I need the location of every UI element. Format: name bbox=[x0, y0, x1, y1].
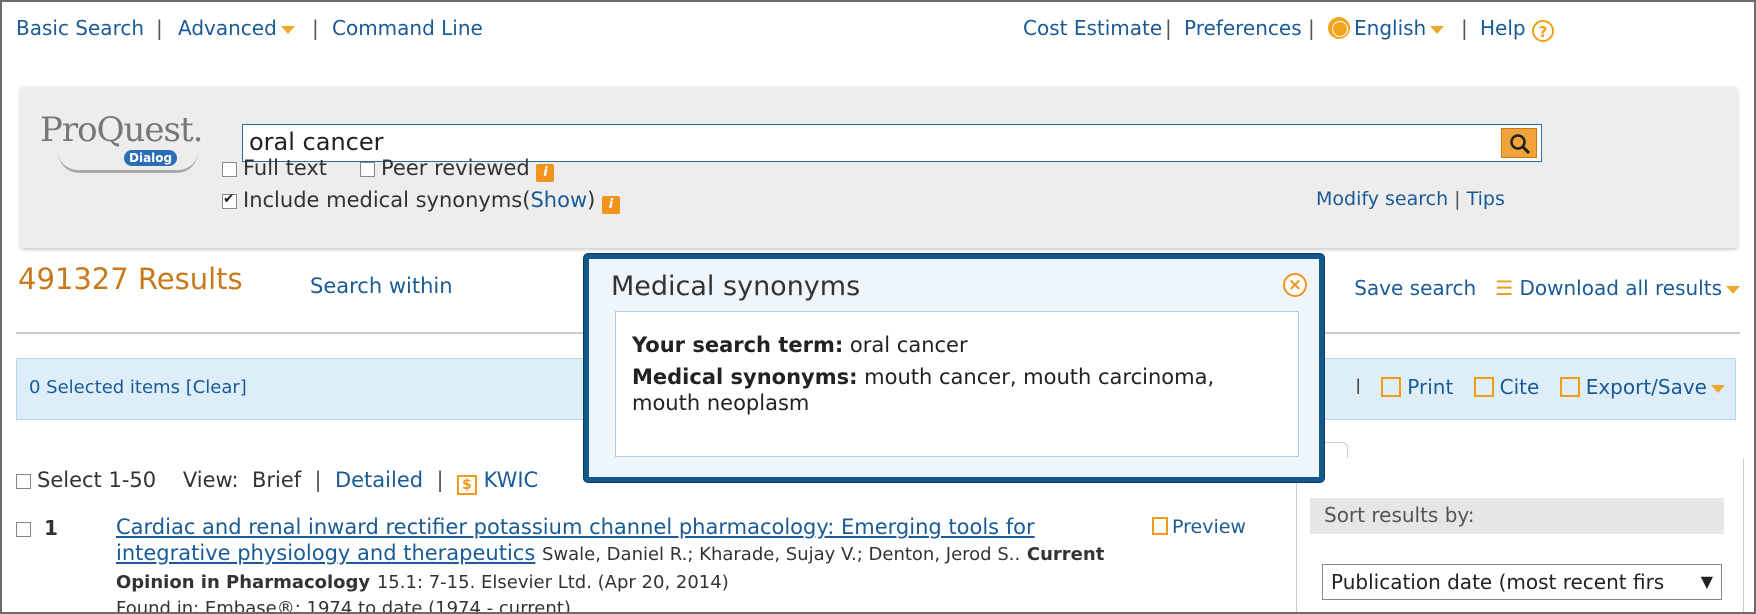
search-panel: ProQuest. Dialog Full text Peer reviewed… bbox=[20, 86, 1738, 248]
result-number: 1 bbox=[16, 516, 58, 540]
result-count: 491327 Results bbox=[18, 262, 243, 296]
separator: | bbox=[314, 468, 322, 492]
logo-sub: Dialog bbox=[124, 150, 178, 166]
chevron-down-icon bbox=[1726, 285, 1740, 294]
top-nav: Basic Search | Advanced | Command Line C… bbox=[16, 16, 1740, 46]
synonyms-line: Medical synonyms: mouth cancer, mouth ca… bbox=[632, 364, 1282, 416]
basic-search-link[interactable]: Basic Search bbox=[16, 16, 144, 40]
logo-text: ProQuest. bbox=[40, 110, 203, 150]
toolbar-actions: l Print Cite Export/Save bbox=[1355, 375, 1725, 399]
nav-separator: | bbox=[312, 16, 319, 40]
full-text-option[interactable]: Full text bbox=[222, 156, 327, 180]
download-all-link[interactable]: Download all results bbox=[1520, 276, 1723, 300]
popup-content: Your search term: oral cancer Medical sy… bbox=[615, 311, 1299, 457]
globe-icon bbox=[1328, 17, 1350, 39]
cost-estimate-link[interactable]: Cost Estimate bbox=[1023, 16, 1162, 40]
command-line-link[interactable]: Command Line bbox=[332, 16, 483, 40]
language-menu[interactable]: English bbox=[1328, 16, 1445, 40]
download-icon: ☰ bbox=[1495, 276, 1514, 300]
show-synonyms-link[interactable]: Show bbox=[530, 188, 587, 212]
synonyms-label: Medical synonyms: bbox=[632, 365, 858, 389]
search-input[interactable] bbox=[243, 125, 1495, 159]
advanced-menu[interactable]: Advanced bbox=[178, 16, 295, 40]
sort-value: Publication date (most recent firs bbox=[1331, 570, 1665, 594]
help-icon: ? bbox=[1531, 20, 1554, 42]
view-row: Select 1-50 View: Brief | Detailed | $ K… bbox=[16, 468, 538, 495]
preview-link[interactable]: Preview bbox=[1152, 516, 1246, 538]
search-within-link[interactable]: Search within bbox=[310, 274, 453, 298]
full-text-label: Full text bbox=[243, 156, 328, 180]
nav-separator: | bbox=[1461, 16, 1468, 40]
search-button[interactable] bbox=[1501, 128, 1537, 158]
result-number-label: 1 bbox=[43, 516, 58, 540]
sort-select[interactable]: Publication date (most recent firs ▼ bbox=[1322, 564, 1722, 600]
view-kwic-link[interactable]: KWIC bbox=[484, 468, 539, 492]
app-frame: Basic Search | Advanced | Command Line C… bbox=[0, 0, 1756, 614]
search-icon bbox=[1510, 134, 1531, 155]
select-all-checkbox[interactable] bbox=[16, 474, 31, 489]
close-icon[interactable]: × bbox=[1283, 273, 1307, 297]
preferences-link[interactable]: Preferences bbox=[1184, 16, 1302, 40]
language-label: English bbox=[1354, 16, 1427, 40]
modify-search-link[interactable]: Modify search bbox=[1316, 188, 1448, 210]
result-found-in: Found in: Embase®: 1974 to date (1974 - … bbox=[116, 598, 571, 614]
view-detailed-link[interactable]: Detailed bbox=[335, 468, 423, 492]
peer-reviewed-option[interactable]: Peer reviewed i bbox=[360, 156, 555, 182]
help-link[interactable]: Help ? bbox=[1480, 16, 1554, 42]
proquest-logo[interactable]: ProQuest. Dialog bbox=[40, 110, 210, 173]
separator: | bbox=[436, 468, 444, 492]
print-button[interactable]: Print bbox=[1407, 375, 1453, 399]
medical-synonyms-checkbox[interactable] bbox=[222, 191, 237, 209]
chevron-down-icon bbox=[280, 25, 295, 34]
help-label: Help bbox=[1480, 16, 1526, 40]
info-icon[interactable]: i bbox=[602, 196, 620, 214]
search-term-line: Your search term: oral cancer bbox=[632, 332, 1282, 358]
result-checkbox[interactable] bbox=[16, 522, 31, 537]
chevron-down-icon bbox=[1711, 384, 1725, 393]
modify-tips-links: Modify search | Tips bbox=[1316, 188, 1505, 210]
search-term-value: oral cancer bbox=[849, 333, 968, 357]
cite-icon bbox=[1473, 377, 1494, 397]
info-icon[interactable]: i bbox=[536, 164, 555, 182]
search-term-label: Your search term: bbox=[632, 333, 844, 357]
nav-separator: | bbox=[156, 16, 163, 40]
medical-synonyms-label: Include medical synonyms bbox=[243, 188, 523, 212]
kwic-icon: $ bbox=[456, 475, 477, 495]
nav-separator: | bbox=[1165, 16, 1172, 40]
view-label: View: bbox=[182, 468, 239, 492]
peer-reviewed-checkbox[interactable] bbox=[360, 162, 375, 177]
full-text-checkbox[interactable] bbox=[222, 162, 237, 177]
chevron-down-icon bbox=[1430, 25, 1445, 34]
select-range-label: Select 1-50 bbox=[37, 468, 157, 492]
save-icon bbox=[1559, 377, 1580, 397]
dropdown-arrow-icon: ▼ bbox=[1700, 572, 1713, 591]
separator: | bbox=[1454, 188, 1461, 210]
medical-synonyms-option[interactable]: Include medical synonyms(Show) i bbox=[222, 188, 620, 214]
print-icon bbox=[1381, 377, 1402, 397]
tips-link[interactable]: Tips bbox=[1467, 188, 1505, 210]
popup-title: Medical synonyms bbox=[611, 271, 861, 302]
result-block: Cardiac and renal inward rectifier potas… bbox=[116, 514, 1106, 596]
save-search-link[interactable]: Save search bbox=[1354, 276, 1476, 300]
advanced-label: Advanced bbox=[178, 16, 277, 40]
nav-separator: | bbox=[1308, 16, 1315, 40]
cite-button[interactable]: Cite bbox=[1500, 375, 1540, 399]
sort-label: Sort results by: bbox=[1310, 498, 1724, 534]
result-citation: 15.1: 7-15. Elsevier Ltd. (Apr 20, 2014) bbox=[376, 572, 729, 593]
export-save-button[interactable]: Export/Save bbox=[1586, 375, 1707, 399]
preview-label: Preview bbox=[1172, 516, 1246, 538]
preview-icon bbox=[1152, 517, 1168, 535]
results-actions: Save search ☰ Download all results bbox=[1354, 276, 1740, 300]
medical-synonyms-popup: Medical synonyms × Your search term: ora… bbox=[584, 254, 1324, 482]
view-brief[interactable]: Brief bbox=[252, 468, 301, 492]
peer-reviewed-label: Peer reviewed bbox=[381, 156, 530, 180]
selected-items-clear[interactable]: 0 Selected items [Clear] bbox=[29, 377, 247, 398]
separator: l bbox=[1355, 375, 1361, 399]
result-authors: Swale, Daniel R.; Kharade, Sujay V.; Den… bbox=[541, 544, 1021, 565]
